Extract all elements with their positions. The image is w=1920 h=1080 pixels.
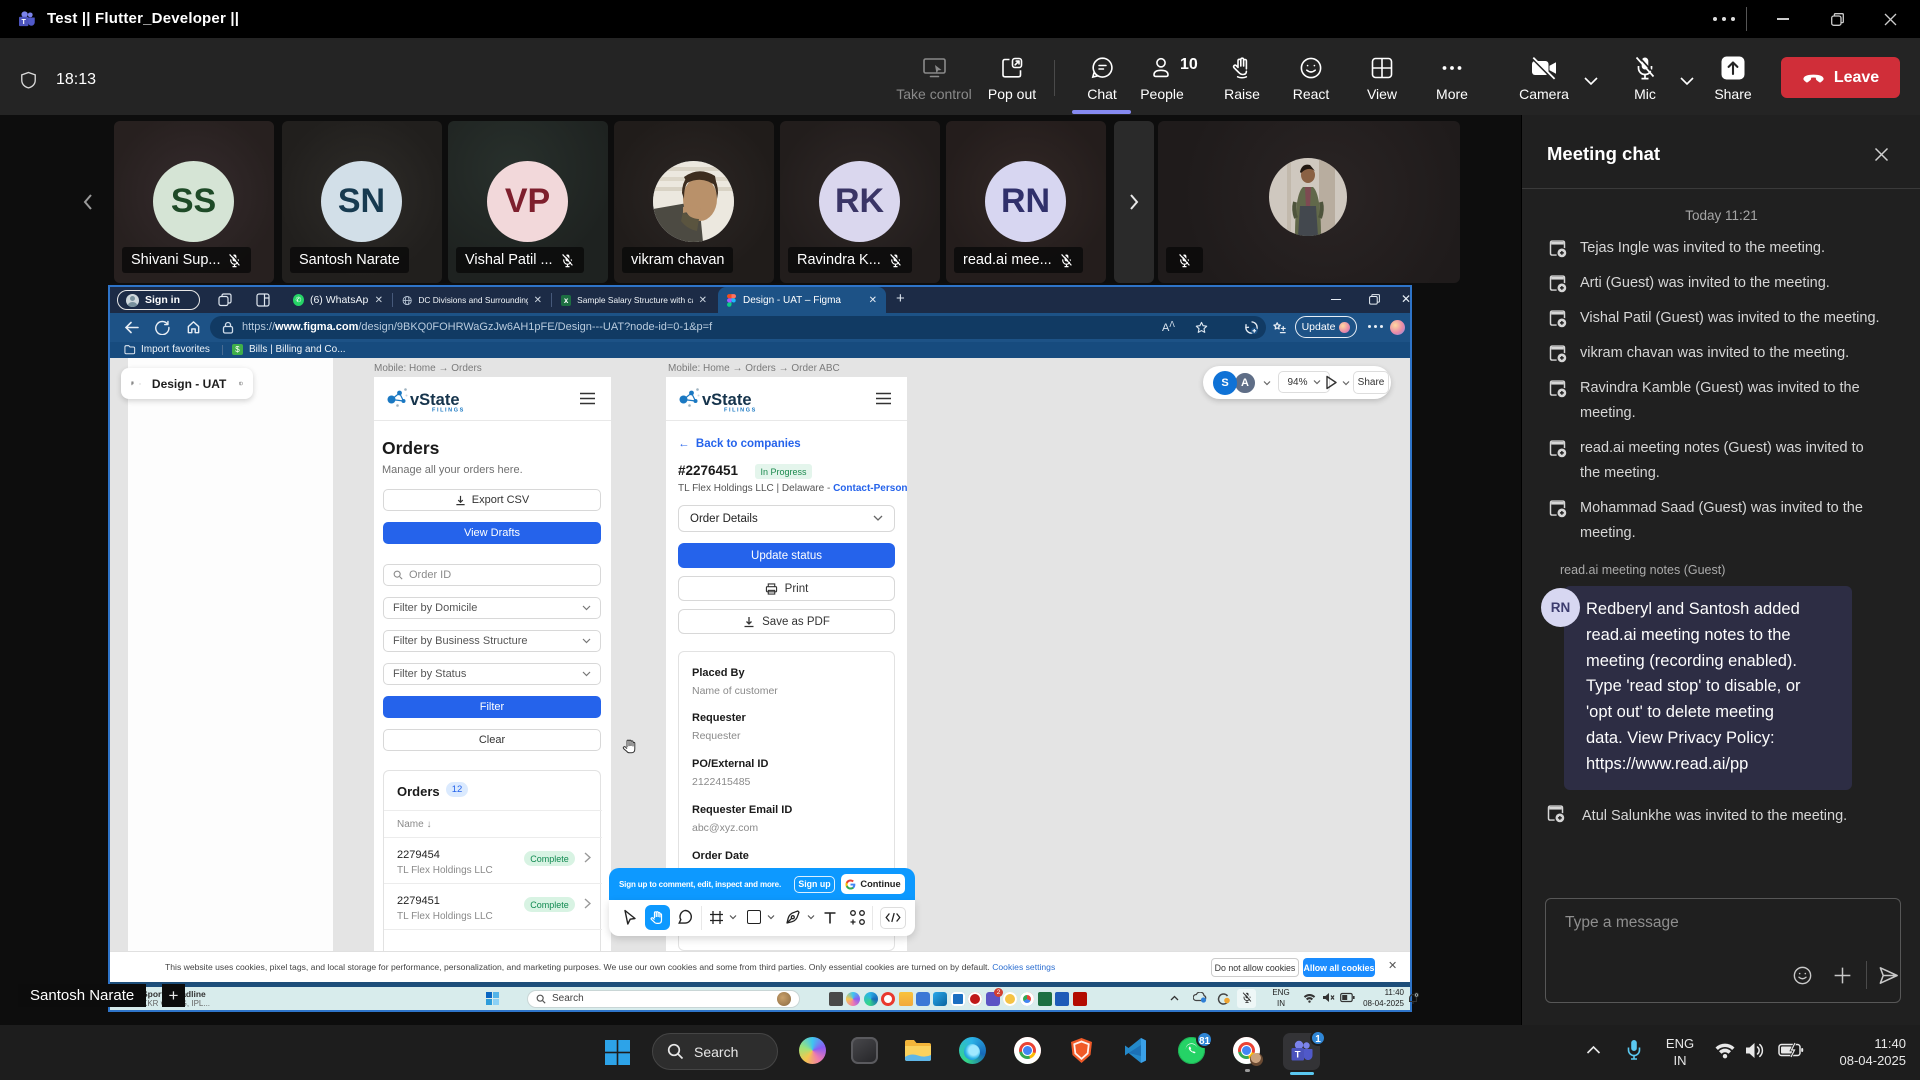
svg-text:T: T <box>21 18 26 26</box>
svg-text:FILINGS: FILINGS <box>724 408 757 413</box>
svg-text:T: T <box>1295 1049 1301 1060</box>
svg-text:vState: vState <box>702 391 752 409</box>
svg-text:vState: vState <box>410 391 460 409</box>
svg-text:FILINGS: FILINGS <box>432 408 465 413</box>
